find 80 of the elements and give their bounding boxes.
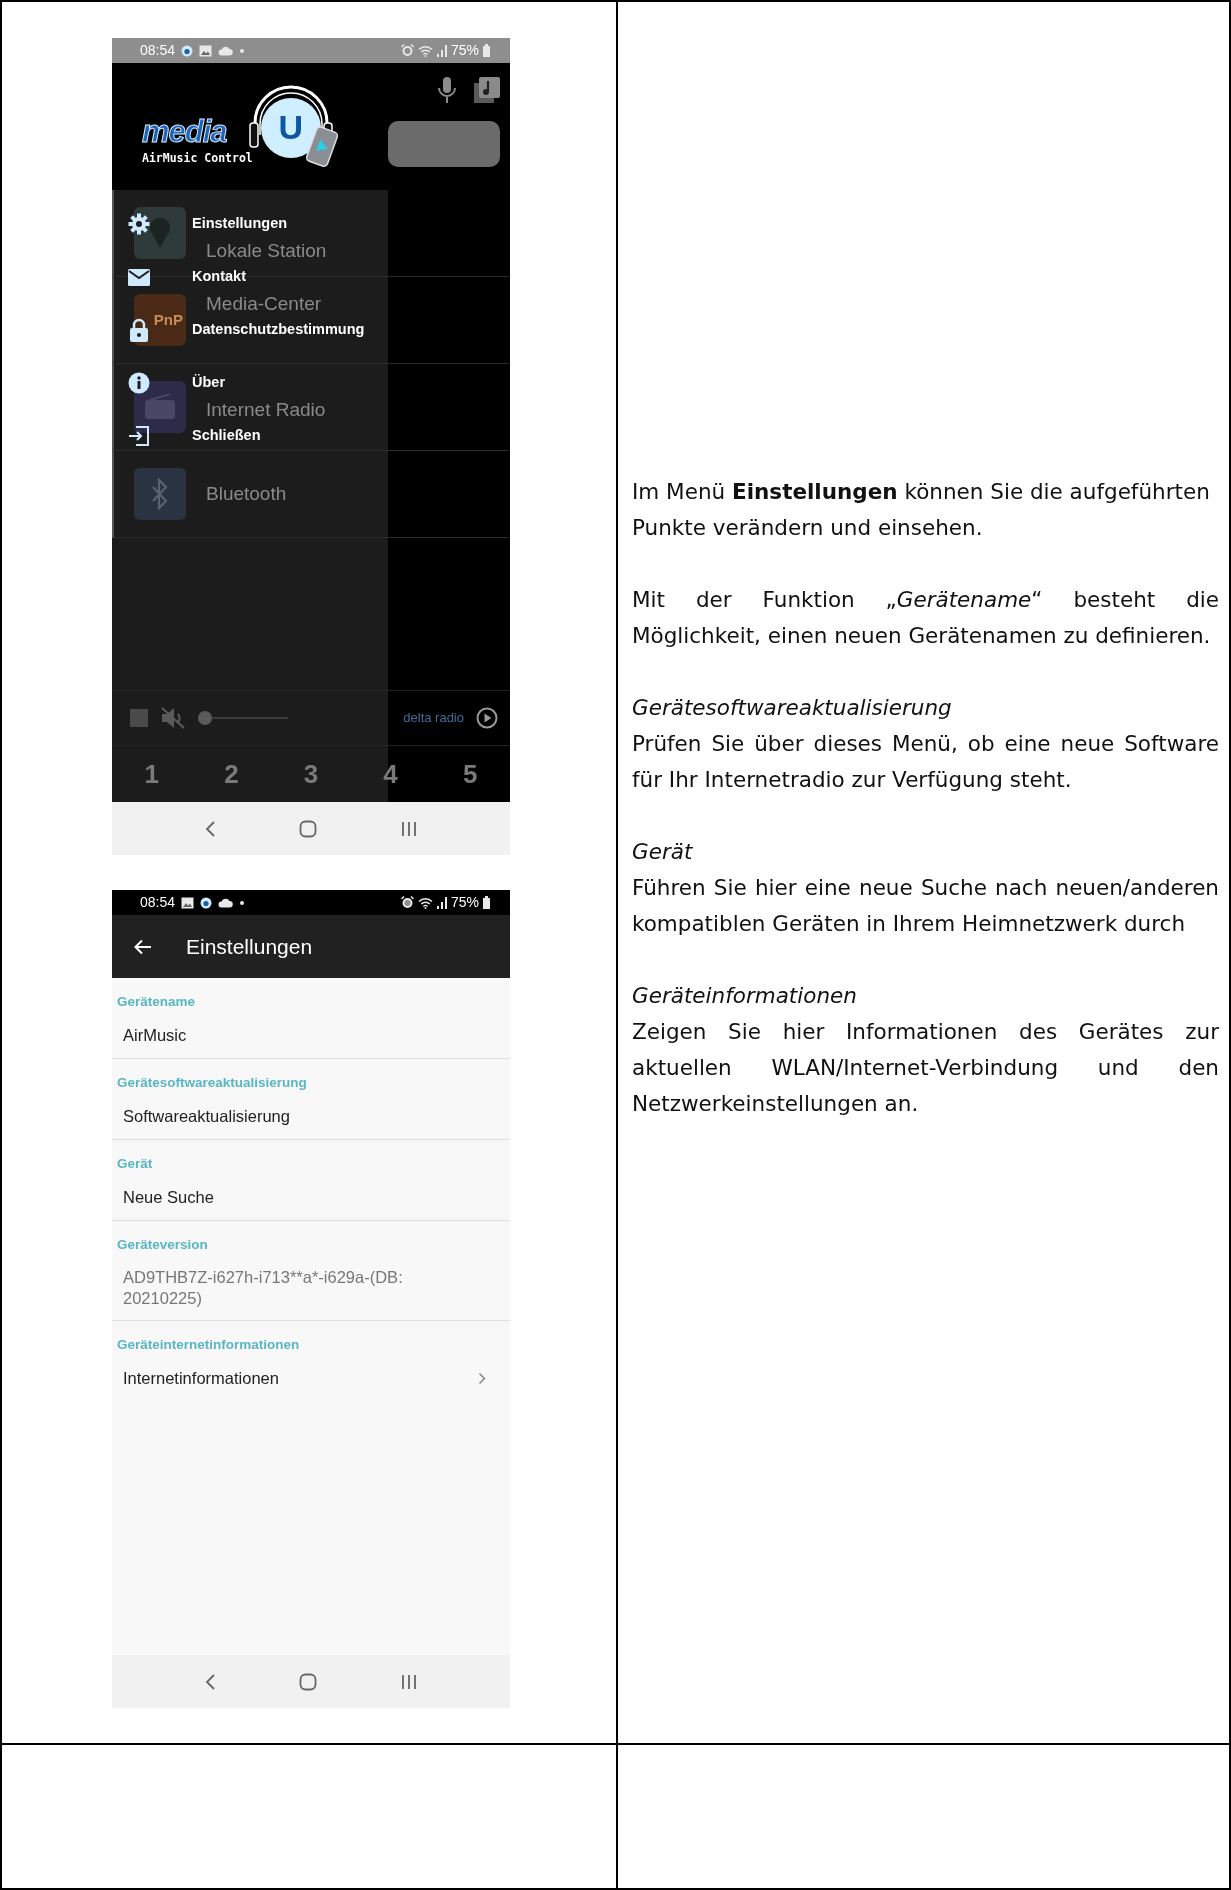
- paragraph: Prüfen Sie über dieses Menü, ob eine neue Software für Ihr Internetradio zur Verfügung steht.: [632, 730, 1219, 794]
- station-item[interactable]: Bluetooth: [112, 451, 510, 538]
- lock-icon: [128, 318, 150, 342]
- logo-wordmark: media: [142, 115, 228, 147]
- paragraph: Zeigen Sie hier Informationen des Gerätes zur aktuellen WLAN/Internet-Verbindung und den Netzwerkeinstellungen an.: [632, 1018, 1219, 1118]
- station-name: delta radio: [403, 709, 464, 728]
- chevron-right-icon: [478, 1372, 486, 1385]
- section-heading: Gerät: [632, 838, 694, 866]
- alarm-icon: [400, 896, 414, 909]
- preset-button[interactable]: 1: [134, 754, 170, 794]
- map-pin-icon: [148, 217, 172, 249]
- picture-icon: [199, 44, 213, 57]
- section-header: Gerätesoftwareaktualisierung: [117, 1074, 308, 1092]
- wifi-icon: [417, 896, 433, 909]
- battery-icon: [483, 44, 490, 57]
- section-heading: Gerätesoftwareaktualisierung: [632, 694, 953, 722]
- music-library-icon[interactable]: [474, 77, 500, 103]
- dot-icon: [239, 899, 246, 906]
- settings-item[interactable]: Neue Suche: [117, 1186, 500, 1209]
- status-time: 08:54: [140, 893, 176, 912]
- battery-level: 75%: [450, 893, 479, 912]
- upnp-thumbnail: PnP: [134, 294, 186, 346]
- radio-icon: [144, 394, 176, 420]
- envelope-icon: [128, 268, 150, 286]
- settings-link[interactable]: Internetinformationen: [117, 1367, 500, 1390]
- app-notification-icon: [200, 896, 213, 909]
- dot-icon: [239, 47, 246, 54]
- menu-item[interactable]: Schließen: [112, 422, 267, 450]
- recents-icon[interactable]: [400, 1672, 419, 1691]
- battery-level: 75%: [450, 41, 479, 60]
- search-field[interactable]: [388, 121, 500, 167]
- preset-button[interactable]: 5: [452, 754, 488, 794]
- section-header: Gerätename: [117, 993, 197, 1011]
- station-label: Internet Radio: [206, 400, 326, 420]
- app-notification-icon: [181, 44, 194, 57]
- menu-item[interactable]: Über: [112, 369, 232, 397]
- cloud-icon: [218, 897, 234, 908]
- picture-icon: [181, 896, 195, 909]
- logo-tagline: AirMusic Control: [142, 149, 253, 167]
- paragraph: Führen Sie hier eine neue Suche nach neuen/anderen kompatiblen Geräten in Ihrem Heimnetzwerk durch: [632, 874, 1219, 938]
- section-header: Geräteinternetinformationen: [117, 1336, 301, 1354]
- logo-letter: U: [277, 106, 305, 147]
- preset-button[interactable]: 2: [214, 754, 249, 794]
- slider-thumb[interactable]: [198, 711, 212, 725]
- paragraph: Mit der Funktion „Gerätename“ besteht die Möglichkeit, einen neuen Gerätenamen zu definieren.: [632, 586, 1219, 650]
- signal-icon: [436, 896, 447, 909]
- station-label: Lokale Station: [206, 241, 327, 261]
- back-icon[interactable]: [203, 819, 216, 838]
- back-icon[interactable]: [203, 1672, 216, 1691]
- section-heading: Geräteinformationen: [632, 982, 858, 1010]
- section-header: Gerät: [117, 1155, 154, 1173]
- section-header: Geräteversion: [117, 1236, 209, 1254]
- alarm-icon: [400, 44, 414, 57]
- exit-icon: [128, 426, 150, 446]
- back-arrow-icon: [134, 938, 152, 955]
- preset-button[interactable]: 4: [373, 754, 408, 794]
- signal-icon: [436, 44, 447, 57]
- status-time: 08:54: [140, 41, 176, 60]
- info-icon: [128, 372, 150, 394]
- play-circle-icon[interactable]: [476, 707, 498, 729]
- recents-icon[interactable]: [400, 819, 419, 838]
- back-button[interactable]: [134, 938, 152, 955]
- home-icon[interactable]: [299, 1672, 317, 1691]
- wifi-icon: [417, 44, 433, 57]
- menu-item[interactable]: Einstellungen: [112, 210, 294, 238]
- screen-title: Einstellungen: [186, 933, 313, 960]
- settings-item[interactable]: AirMusic: [117, 1024, 500, 1047]
- muted-speaker-icon[interactable]: [160, 706, 186, 730]
- battery-icon: [483, 896, 490, 909]
- bluetooth-icon: [150, 478, 170, 510]
- gear-icon: [128, 213, 150, 235]
- microphone-icon[interactable]: [438, 77, 456, 103]
- version-value: AD9THB7Z-i627h-i713**a*-i629a-(DB: 20210225): [122, 1267, 404, 1309]
- cloud-icon: [218, 45, 234, 56]
- station-label: Media-Center: [206, 294, 322, 314]
- home-icon[interactable]: [299, 819, 317, 838]
- preset-button[interactable]: 3: [293, 754, 329, 794]
- settings-item[interactable]: Softwareaktualisierung: [117, 1105, 500, 1128]
- station-label: Bluetooth: [206, 484, 287, 504]
- paragraph: Im Menü Einstellungen können Sie die aufgeführten Punkte verändern und einsehen.: [632, 478, 1211, 542]
